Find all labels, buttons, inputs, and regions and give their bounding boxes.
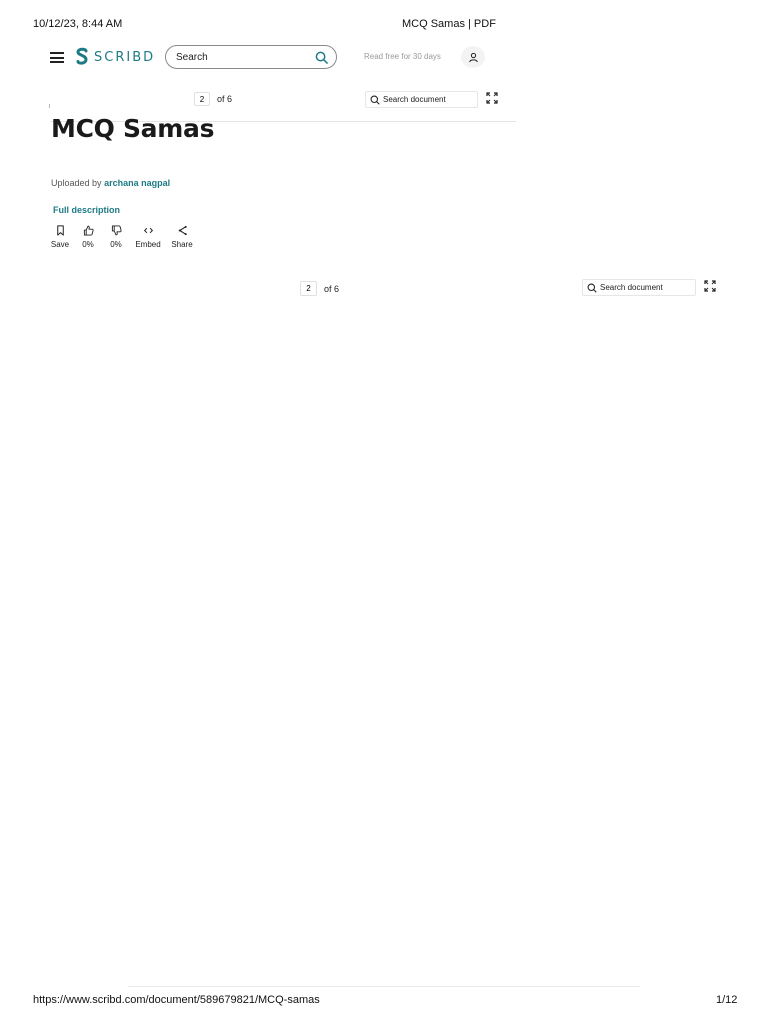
document-search-input[interactable]: [600, 283, 688, 292]
site-search-input[interactable]: [176, 51, 315, 63]
page-number-input[interactable]: [300, 281, 317, 296]
thumbs-up-icon: [83, 225, 94, 236]
footer-divider: [128, 986, 640, 987]
search-icon: [587, 283, 597, 293]
document-actions: Save 0% 0% Embed Share: [46, 225, 198, 249]
document-title: MCQ Samas: [51, 114, 215, 143]
fullscreen-icon[interactable]: [486, 92, 498, 104]
document-search-bottom[interactable]: [582, 279, 696, 296]
hamburger-menu-icon[interactable]: [50, 52, 64, 63]
fullscreen-icon[interactable]: [704, 280, 716, 292]
share-label: Share: [171, 240, 193, 249]
full-description-link[interactable]: Full description: [53, 205, 120, 215]
print-url: https://www.scribd.com/document/58967982…: [33, 994, 320, 1006]
share-icon: [178, 225, 187, 236]
page-number-input[interactable]: [194, 92, 210, 106]
scribd-logo[interactable]: SCRIBD: [74, 47, 155, 67]
search-icon: [370, 95, 380, 105]
scribd-logo-icon: [76, 47, 88, 65]
free-trial-link[interactable]: Read free for 30 days: [364, 52, 441, 61]
thumbs-down-icon: [111, 225, 122, 236]
embed-button[interactable]: Embed: [130, 225, 166, 249]
account-button[interactable]: [461, 46, 485, 68]
bookmark-icon: [56, 225, 64, 236]
like-button[interactable]: 0%: [74, 225, 102, 249]
page-navigator-bottom: of 6: [300, 281, 339, 296]
site-search-bar[interactable]: [165, 45, 337, 69]
page-total-label: of 6: [217, 94, 233, 104]
page-navigator-top: of 6: [194, 92, 232, 106]
document-search-input[interactable]: [383, 95, 471, 104]
dislike-percent: 0%: [110, 240, 122, 249]
share-button[interactable]: Share: [166, 225, 198, 249]
print-page-number: 1/12: [716, 994, 738, 1006]
dislike-button[interactable]: 0%: [102, 225, 130, 249]
save-label: Save: [50, 240, 70, 249]
divider-mark: [49, 104, 50, 108]
embed-label: Embed: [135, 240, 161, 249]
search-icon[interactable]: [315, 51, 328, 64]
print-page-title: MCQ Samas | PDF: [402, 18, 496, 30]
uploaded-by-label: Uploaded by: [51, 178, 102, 188]
page-total-label: of 6: [324, 283, 340, 294]
user-icon: [468, 52, 478, 62]
uploader-line: Uploaded by archana nagpal: [51, 178, 170, 188]
like-percent: 0%: [82, 240, 94, 249]
save-button[interactable]: Save: [46, 225, 74, 249]
uploader-link[interactable]: archana nagpal: [104, 178, 170, 188]
document-search-top[interactable]: [365, 91, 478, 108]
embed-icon: [143, 227, 153, 234]
print-datetime: 10/12/23, 8:44 AM: [33, 18, 123, 30]
logo-wordmark: SCRIBD: [94, 49, 156, 65]
